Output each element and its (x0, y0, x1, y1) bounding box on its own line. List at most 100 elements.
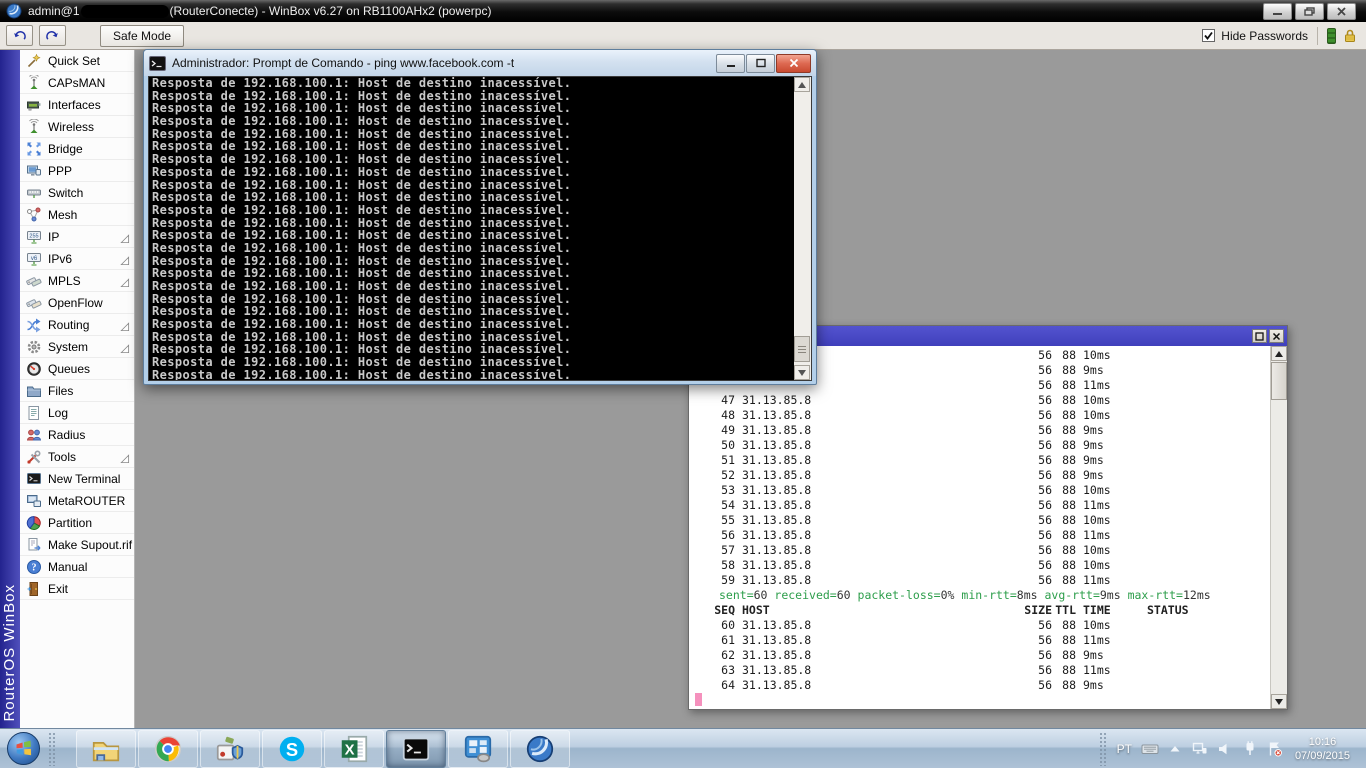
cmd-scrollbar[interactable] (794, 77, 811, 380)
sidebar-item-tools[interactable]: Tools (20, 446, 134, 468)
power-tray-icon[interactable] (1241, 740, 1259, 758)
action-center-tray-icon[interactable] (1266, 740, 1284, 758)
cmd-output-line: Resposta de 192.168.100.1: Host de desti… (152, 164, 572, 179)
cmd-close-button[interactable] (776, 53, 811, 73)
sidebar-item-partition[interactable]: Partition (20, 512, 134, 534)
scroll-thumb[interactable] (1271, 362, 1287, 400)
sidebar-item-exit[interactable]: Exit (20, 578, 134, 600)
ping-size: 56 (1038, 468, 1052, 482)
terminal-scrollbar[interactable] (1270, 346, 1287, 709)
sidebar-item-make-supout-rif[interactable]: Make Supout.rif (20, 534, 134, 556)
undo-button[interactable] (6, 25, 33, 46)
tray-grip[interactable] (1098, 732, 1108, 766)
terminal-maximize-button[interactable] (1252, 329, 1267, 343)
taskbar-router-utility-button[interactable] (200, 730, 260, 768)
ping-status (1147, 393, 1270, 408)
redo-button[interactable] (39, 25, 66, 46)
cmd-scroll-up-arrow[interactable] (794, 77, 810, 92)
sidebar-item-mesh[interactable]: Mesh (20, 204, 134, 226)
taskbar-clock[interactable]: 10:16 07/09/2015 (1291, 735, 1360, 763)
ping-ttl: 88 (1062, 663, 1076, 677)
cmd-minimize-button[interactable] (716, 53, 745, 73)
sidebar-item-manual[interactable]: ? Manual (20, 556, 134, 578)
sidebar-item-quick-set[interactable]: Quick Set (20, 50, 134, 72)
sidebar-item-interfaces[interactable]: Interfaces (20, 94, 134, 116)
tools-icon (26, 449, 42, 465)
hide-passwords-checkbox[interactable] (1202, 29, 1216, 42)
cmd-titlebar[interactable]: Administrador: Prompt de Comando - ping … (144, 50, 816, 76)
taskbar-chrome-button[interactable] (138, 730, 198, 768)
volume-tray-icon[interactable] (1216, 740, 1234, 758)
ping-row: 59 31.13.85.8 56 88 11ms (689, 573, 1270, 588)
ping-seq: 64 (721, 678, 735, 692)
taskbar-excel-button[interactable]: X (324, 730, 384, 768)
taskbar-skype-button[interactable]: S (262, 730, 322, 768)
cmd-scroll-thumb[interactable] (794, 336, 810, 362)
cmd-output-line: Resposta de 192.168.100.1: Host de desti… (152, 279, 572, 293)
language-indicator[interactable]: PT (1115, 742, 1134, 756)
scroll-down-arrow[interactable] (1271, 694, 1287, 709)
taskbar-apps: SX (76, 730, 570, 768)
ping-table-header: SEQ HOST SIZE TTL TIME STATUS (689, 603, 1270, 618)
taskbar-command-prompt-button[interactable] (386, 730, 446, 768)
sidebar-item-label: New Terminal (48, 471, 121, 486)
start-button[interactable] (7, 732, 40, 765)
ping-size: 56 (1038, 573, 1052, 587)
sidebar-item-openflow[interactable]: OpenFlow (20, 292, 134, 314)
main-titlebar: admin@1 (RouterConecte) - WinBox v6.27 on… (0, 0, 1366, 22)
hidden-icons-tray-icon[interactable] (1166, 740, 1184, 758)
sidebar-item-mpls[interactable]: MPLS (20, 270, 134, 292)
safe-mode-button[interactable]: Safe Mode (100, 24, 185, 47)
terminal-close-button[interactable] (1269, 329, 1284, 343)
sidebar-item-radius[interactable]: Radius (20, 424, 134, 446)
ping-row: 54 31.13.85.8 56 88 11ms (689, 498, 1270, 513)
ping-seq: 57 (721, 543, 735, 557)
sidebar-item-ipv6[interactable]: v6 IPv6 (20, 248, 134, 270)
network-tray-icon[interactable] (1191, 740, 1209, 758)
ppp-icon (26, 163, 42, 179)
ping-time: 9ms (1083, 648, 1104, 662)
taskbar-grip[interactable] (48, 731, 57, 766)
scroll-up-arrow[interactable] (1271, 346, 1287, 361)
sidebar-item-bridge[interactable]: Bridge (20, 138, 134, 160)
ping-time: 9ms (1083, 453, 1104, 467)
traffic-indicator (1327, 27, 1336, 44)
sidebar-item-wireless[interactable]: Wireless (20, 116, 134, 138)
cmd-output-line: Resposta de 192.168.100.1: Host de desti… (152, 240, 572, 255)
sidebar-item-new-terminal[interactable]: New Terminal (20, 468, 134, 490)
switch-icon (26, 185, 42, 201)
ping-size: 56 (1038, 513, 1052, 527)
cmd-window: Administrador: Prompt de Comando - ping … (143, 49, 817, 385)
ping-time: TIME (1083, 603, 1111, 617)
ping-row: 64 31.13.85.8 56 88 9ms (689, 678, 1270, 693)
ping-time: 11ms (1083, 498, 1111, 512)
sidebar-item-routing[interactable]: Routing (20, 314, 134, 336)
sidebar-item-switch[interactable]: Switch (20, 182, 134, 204)
close-button[interactable] (1327, 2, 1356, 20)
sidebar-item-log[interactable]: Log (20, 402, 134, 424)
taskbar-network-places-button[interactable] (448, 730, 508, 768)
ping-seq: 49 (721, 423, 735, 437)
cmd-console[interactable]: Resposta de 192.168.100.1: Host de desti… (148, 76, 812, 381)
sidebar-item-metarouter[interactable]: MetaROUTER (20, 490, 134, 512)
sidebar-item-capsman[interactable]: CAPsMAN (20, 72, 134, 94)
mpls-icon (26, 273, 42, 289)
sidebar-item-files[interactable]: Files (20, 380, 134, 402)
cmd-maximize-button[interactable] (746, 53, 775, 73)
taskbar-explorer-button[interactable] (76, 730, 136, 768)
sidebar-item-ip[interactable]: 255 IP (20, 226, 134, 248)
keyboard-tray-icon[interactable] (1141, 740, 1159, 758)
restore-button[interactable] (1295, 2, 1324, 20)
sidebar-item-label: Bridge (48, 141, 83, 156)
minimize-button[interactable] (1263, 2, 1292, 20)
ping-ttl: TTL (1055, 603, 1076, 617)
taskbar-winbox-button[interactable] (510, 730, 570, 768)
sidebar-item-ppp[interactable]: PPP (20, 160, 134, 182)
terminal-cursor (695, 693, 702, 706)
cmd-scroll-down-arrow[interactable] (794, 365, 810, 380)
summary-key: packet-loss= (850, 588, 941, 602)
sidebar-item-queues[interactable]: Queues (20, 358, 134, 380)
submenu-arrow-icon (119, 341, 130, 354)
sidebar-item-system[interactable]: System (20, 336, 134, 358)
ping-size: 56 (1038, 678, 1052, 692)
